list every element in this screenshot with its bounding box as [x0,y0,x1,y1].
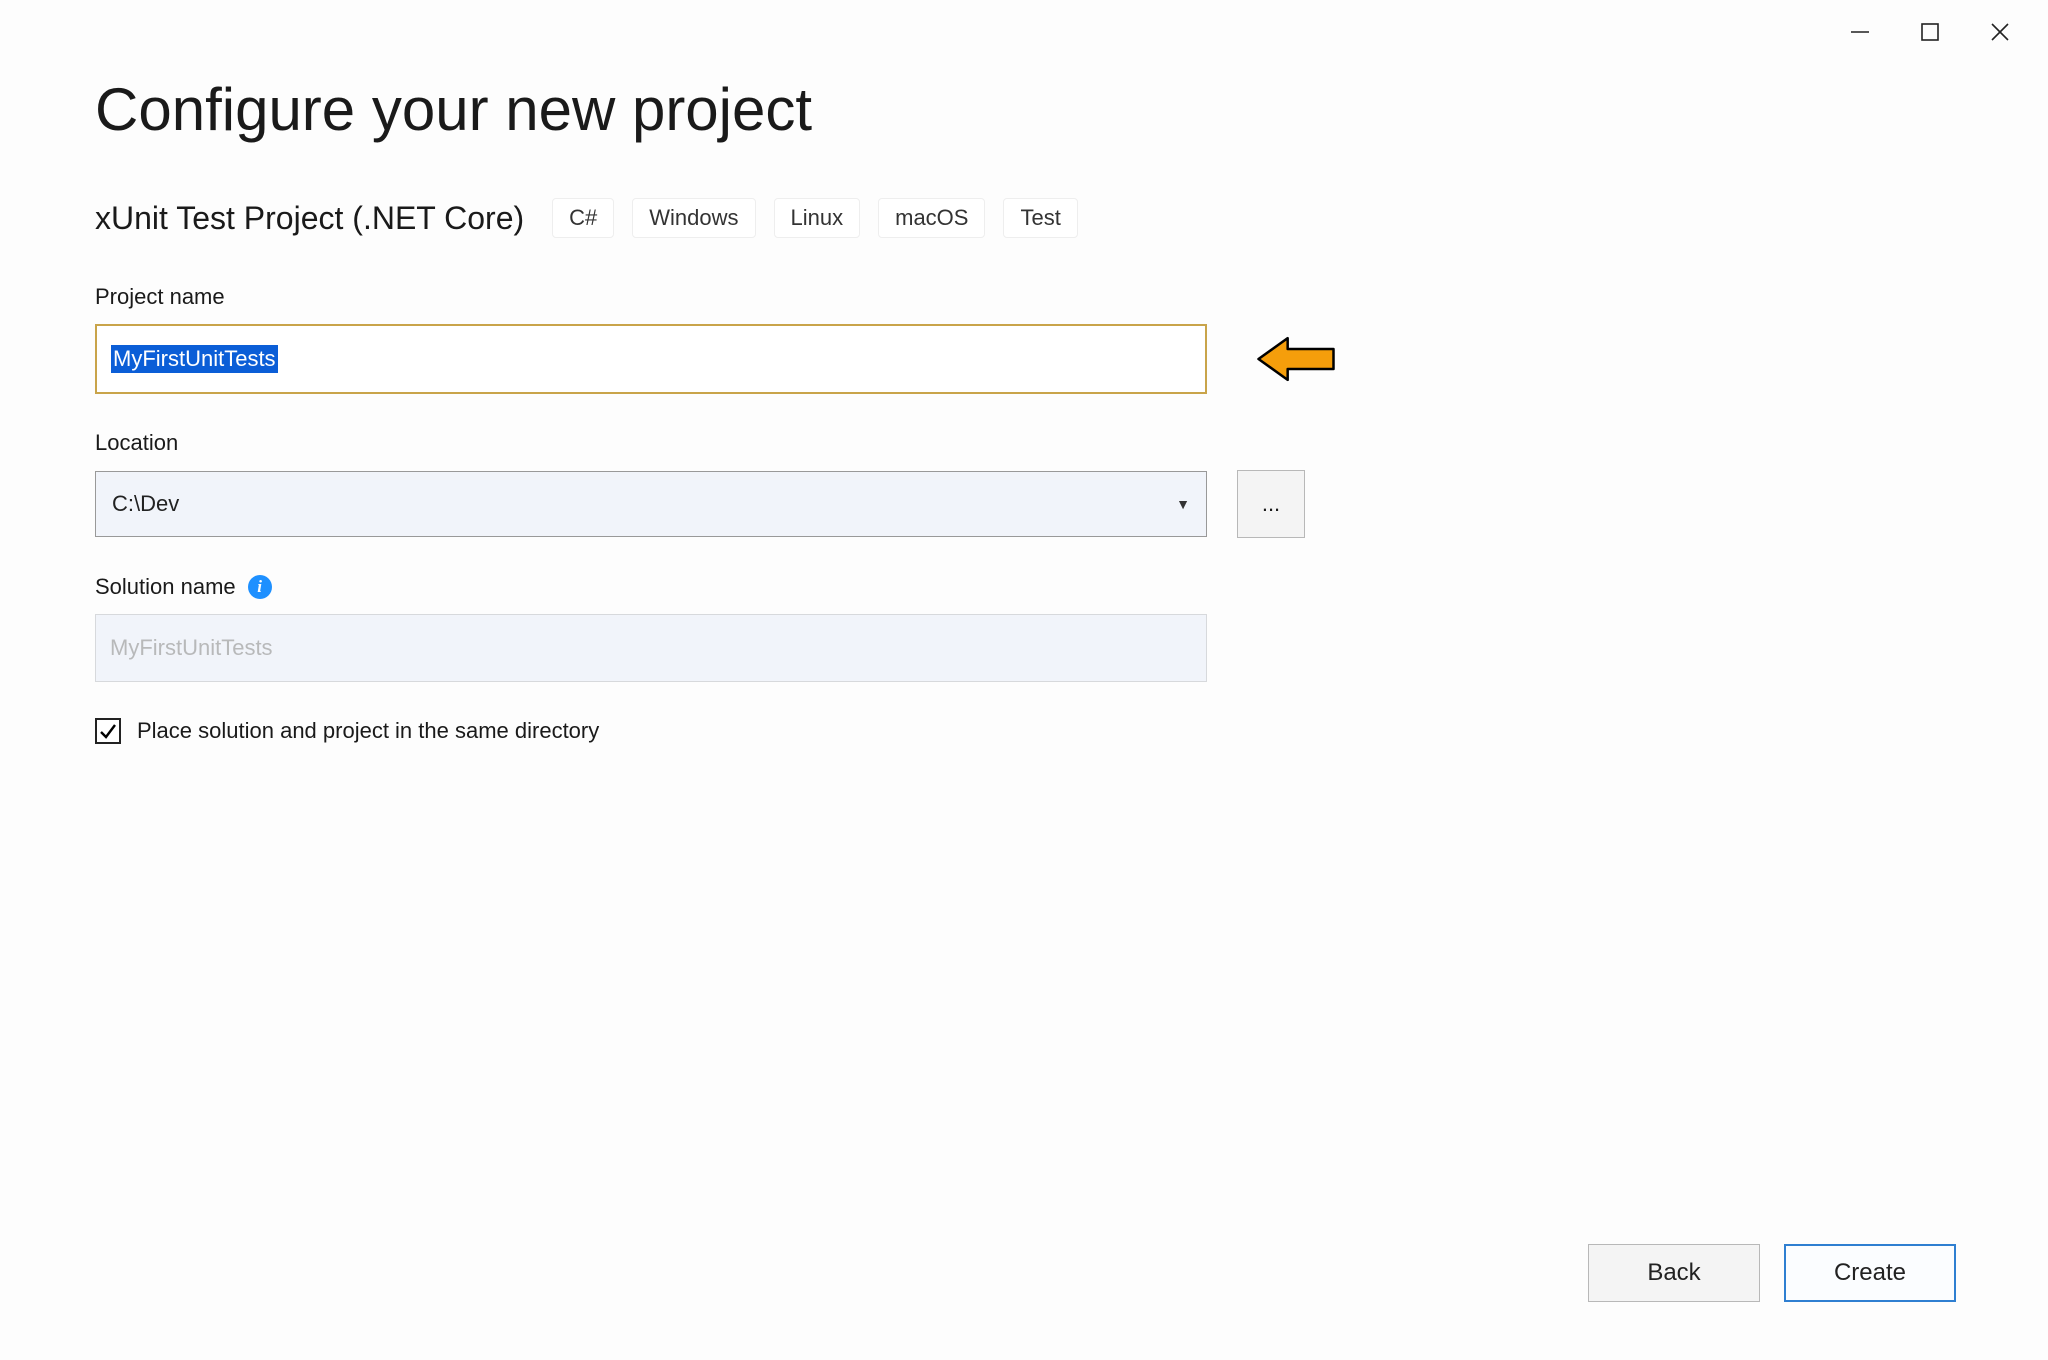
maximize-button[interactable] [1916,18,1944,46]
footer-buttons: Back Create [1588,1244,1956,1302]
info-icon[interactable]: i [248,575,272,599]
project-name-value: MyFirstUnitTests [111,345,278,373]
location-value: C:\Dev [112,491,179,517]
tag: C# [552,198,614,238]
project-name-input[interactable]: MyFirstUnitTests [95,324,1207,394]
location-combobox[interactable]: C:\Dev ▼ [95,471,1207,537]
location-label: Location [95,430,1953,456]
solution-name-label: Solution name [95,574,236,600]
create-button[interactable]: Create [1784,1244,1956,1302]
solution-name-placeholder: MyFirstUnitTests [110,635,273,661]
tag: Linux [774,198,861,238]
tag: Test [1003,198,1077,238]
chevron-down-icon: ▼ [1176,496,1190,512]
minimize-button[interactable] [1846,18,1874,46]
tag: macOS [878,198,985,238]
arrow-left-icon [1251,334,1341,384]
template-name: xUnit Test Project (.NET Core) [95,200,524,237]
solution-name-input: MyFirstUnitTests [95,614,1207,682]
browse-button[interactable]: ... [1237,470,1305,538]
same-directory-label: Place solution and project in the same d… [137,718,599,744]
page-title: Configure your new project [95,75,1953,144]
tag: Windows [632,198,755,238]
close-button[interactable] [1986,18,2014,46]
back-button[interactable]: Back [1588,1244,1760,1302]
same-directory-checkbox[interactable] [95,718,121,744]
window-controls [1812,0,2048,64]
template-row: xUnit Test Project (.NET Core) C# Window… [95,198,1953,238]
project-name-label: Project name [95,284,1953,310]
